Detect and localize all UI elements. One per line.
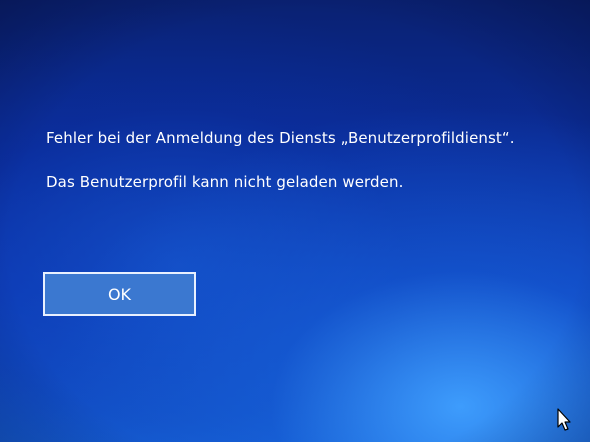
ok-button-label: OK <box>107 284 132 304</box>
error-message: Fehler bei der Anmeldung des Diensts „Be… <box>46 128 576 192</box>
mouse-pointer-icon <box>557 408 571 432</box>
screen-background <box>0 0 590 442</box>
ok-button[interactable]: OK <box>43 272 196 316</box>
error-message-line-1: Fehler bei der Anmeldung des Diensts „Be… <box>46 129 515 147</box>
error-message-line-2: Das Benutzerprofil kann nicht geladen we… <box>46 173 404 191</box>
